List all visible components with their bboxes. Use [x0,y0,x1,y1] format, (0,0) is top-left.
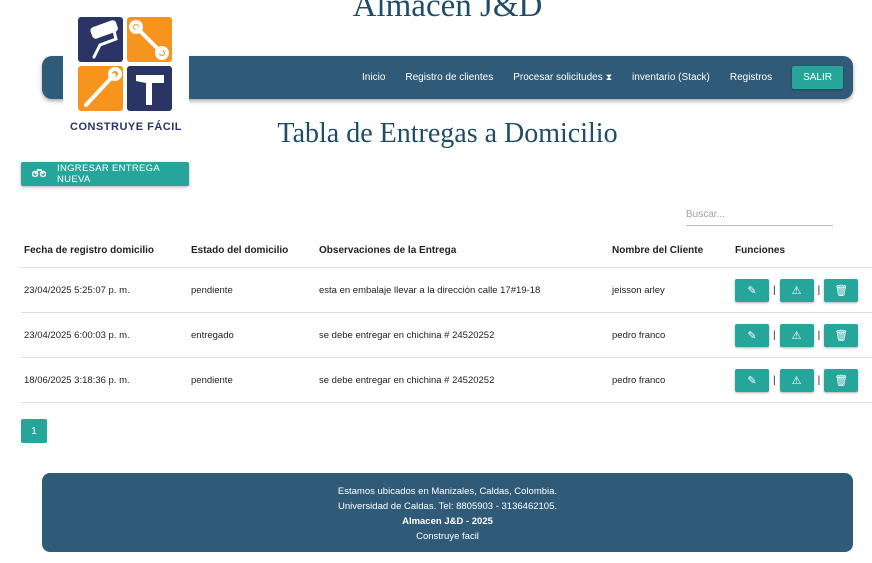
edit-button[interactable]: ✎ [735,323,769,347]
deliveries-table: Fecha de registro domicilio Estado del d… [21,234,872,403]
cell-observaciones: esta en embalaje llevar a la dirección c… [316,267,609,313]
trash-icon: 🗑 [834,374,849,387]
delete-button[interactable]: 🗑 [824,368,859,392]
separator: | [817,284,821,296]
footer-location: Estamos ubicados en Manizales, Caldas, C… [337,486,558,497]
warning-icon: ⚠ [791,374,802,387]
cell-fecha: 23/04/2025 5:25:07 p. m. [21,267,188,313]
footer-slogan: Construye facil [416,531,479,542]
pencil-icon: ✎ [747,329,757,342]
cell-estado: pendiente [188,267,316,313]
footer: Estamos ubicados en Manizales, Caldas, C… [42,473,853,552]
report-button[interactable]: ⚠ [779,278,814,302]
separator: | [817,329,821,341]
trash-icon: 🗑 [834,284,849,297]
pencil-icon: ✎ [747,374,757,387]
nav-item-inventario[interactable]: inventario (Stack) [632,72,710,83]
table-header-row: Fecha de registro domicilio Estado del d… [21,234,872,268]
delete-button[interactable]: 🗑 [824,323,859,347]
cell-cliente: jeisson arley [609,267,732,313]
table-row: 23/04/2025 6:00:03 p. m. entregado se de… [21,312,872,358]
separator: | [773,374,776,386]
nav-item-registro-clientes[interactable]: Registro de clientes [405,72,493,83]
cell-funciones: ✎ | ⚠ | 🗑 [732,312,872,358]
cell-funciones: ✎ | ⚠ | 🗑 [732,357,872,403]
motorcycle-icon [31,168,47,180]
separator: | [817,374,821,386]
cell-fecha: 18/06/2025 3:18:36 p. m. [21,357,188,403]
report-button[interactable]: ⚠ [779,323,814,347]
header-observaciones: Observaciones de la Entrega [316,234,609,268]
trash-icon: 🗑 [834,329,849,342]
footer-contact: Universidad de Caldas. Tel: 8805903 - 31… [337,501,557,512]
nav-links: Inicio Registro de clientes Procesar sol… [342,66,843,89]
nav-item-inicio[interactable]: Inicio [362,72,385,83]
logout-button[interactable]: SALIR [792,66,843,89]
cell-observaciones: se debe entregar en chichina # 24520252 [316,357,609,403]
nav-item-procesar-label: Procesar solicitudes [513,72,603,83]
warning-icon: ⚠ [791,284,802,297]
cell-funciones: ✎ | ⚠ | 🗑 [732,267,872,313]
cell-fecha: 23/04/2025 6:00:03 p. m. [21,312,188,358]
edit-button[interactable]: ✎ [735,368,769,392]
separator: | [773,329,776,341]
footer-copyright: Almacen J&D - 2025 [402,516,493,527]
delete-button[interactable]: 🗑 [824,278,859,302]
cell-cliente: pedro franco [609,312,732,358]
new-delivery-label: INGRESAR ENTREGA NUEVA [57,163,160,185]
table-row: 23/04/2025 5:25:07 p. m. pendiente esta … [21,267,872,313]
edit-button[interactable]: ✎ [735,278,769,302]
table-row: 18/06/2025 3:18:36 p. m. pendiente se de… [21,357,872,403]
nav-item-procesar-solicitudes[interactable]: Procesar solicitudes ⧗ [513,72,612,83]
report-button[interactable]: ⚠ [779,368,814,392]
separator: | [773,284,776,296]
search-input[interactable] [686,203,833,226]
page-title: Tabla de Entregas a Domicilio [277,118,618,149]
pencil-icon: ✎ [747,284,757,297]
cell-estado: entregado [188,312,316,358]
cell-observaciones: se debe entregar en chichina # 24520252 [316,312,609,358]
header-funciones: Funciones [732,234,872,268]
header-cliente: Nombre del Cliente [609,234,732,268]
cell-cliente: pedro franco [609,357,732,403]
header-fecha: Fecha de registro domicilio [21,234,188,268]
header-estado: Estado del domicilio [188,234,316,268]
new-delivery-button[interactable]: INGRESAR ENTREGA NUEVA [21,162,189,186]
hourglass-icon: ⧗ [605,72,613,82]
warning-icon: ⚠ [791,329,802,342]
cell-estado: pendiente [188,357,316,403]
pagination-page-1[interactable]: 1 [21,419,47,443]
logo-graphic [78,17,172,111]
nav-item-registros[interactable]: Registros [730,72,772,83]
